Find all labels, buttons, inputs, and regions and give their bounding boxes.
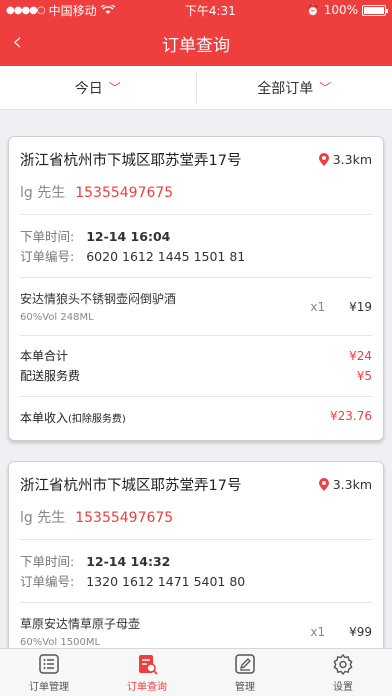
type-filter-label: 全部订单 [257, 80, 314, 97]
signal-icon: ●●●●○ [6, 4, 46, 16]
tab-order-query[interactable]: 订单查询 [98, 649, 196, 696]
order-meta: 下单时间: 12-14 16:04 订单编号: 6020 1612 1445 150… [20, 215, 372, 278]
tab-label: 设置 [333, 681, 353, 693]
order-card[interactable]: 浙江省杭州市下城区耶苏堂弄17号 3.3km lg 先生 15355497675 … [8, 461, 384, 648]
battery-percent: 100% [323, 3, 358, 17]
order-time-label: 下单时间: [20, 229, 75, 244]
order-time: 12-14 14:32 [86, 554, 171, 569]
type-filter[interactable]: 全部订单 ﹀ [195, 72, 392, 103]
order-income: 本单收入(扣除服务费) ¥23.76 [20, 397, 372, 440]
tab-management[interactable]: 管理 [196, 649, 294, 696]
item-name: 安达情狼头不锈钢壶闷倒驴酒 [20, 292, 177, 306]
order-distance: 3.3km [318, 152, 372, 167]
location-pin-icon [318, 478, 329, 491]
chevron-down-icon: ﹀ [319, 81, 332, 95]
subtotal-value: ¥24 [349, 349, 372, 363]
tab-label: 订单管理 [29, 681, 69, 693]
order-item: 安达情狼头不锈钢壶闷倒驴酒 60%Vol 248ML x1 ¥19 [20, 278, 372, 336]
alarm-icon: ⏰ [305, 3, 320, 17]
tab-order-management[interactable]: 订单管理 [0, 649, 98, 696]
battery-icon [362, 4, 388, 16]
date-filter-label: 今日 [74, 80, 103, 97]
order-address: 浙江省杭州市下城区耶苏堂弄17号 [20, 153, 242, 169]
delivery-value: ¥5 [356, 369, 372, 383]
item-spec: 60%Vol 248ML [20, 312, 94, 323]
order-card[interactable]: 浙江省杭州市下城区耶苏堂弄17号 3.3km lg 先生 15355497675 … [8, 136, 384, 441]
gear-icon [333, 653, 353, 675]
filter-bar: 今日 ﹀ 全部订单 ﹀ [0, 66, 392, 110]
search-doc-icon [139, 654, 158, 675]
customer-phone[interactable]: 15355497675 [75, 185, 173, 201]
customer-phone[interactable]: 15355497675 [75, 510, 173, 526]
carrier-label: 中国移动 [48, 3, 97, 18]
tab-settings[interactable]: 设置 [294, 649, 392, 696]
customer-row: lg 先生 15355497675 [20, 507, 372, 540]
date-filter[interactable]: 今日 ﹀ [0, 66, 196, 109]
order-meta: 下单时间: 12-14 14:32 订单编号: 1320 1612 1471 540… [20, 540, 372, 603]
customer-row: lg 先生 15355497675 [20, 182, 372, 215]
distance-value: 3.3km [332, 477, 372, 492]
customer-name: lg 先生 [20, 185, 66, 201]
order-no-label: 订单编号: [20, 574, 75, 589]
order-item: 草原安达情草原子母壶 60%Vol 1500ML x1 ¥99 [20, 603, 372, 648]
order-number: 6020 1612 1445 1501 81 [86, 249, 246, 264]
order-no-label: 订单编号: [20, 249, 75, 264]
order-time: 12-14 16:04 [86, 229, 171, 244]
item-quantity: x1 [310, 299, 326, 314]
order-number: 1320 1612 1471 5401 80 [86, 574, 246, 589]
delivery-label: 配送服务费 [20, 369, 81, 383]
item-quantity: x1 [310, 624, 326, 639]
order-time-label: 下单时间: [20, 554, 75, 569]
order-list[interactable]: 浙江省杭州市下城区耶苏堂弄17号 3.3km lg 先生 15355497675 … [0, 110, 392, 648]
income-value: ¥23.76 [330, 409, 372, 423]
income-label: 本单收入 [20, 411, 69, 425]
distance-value: 3.3km [332, 152, 372, 167]
list-icon [39, 653, 59, 674]
customer-name: lg 先生 [20, 510, 66, 526]
tab-label: 订单查询 [127, 681, 167, 693]
page-title: 订单查询 [162, 35, 230, 56]
wifi-icon [100, 5, 115, 14]
income-hint: (扣除服务费) [68, 414, 126, 425]
edit-icon [235, 653, 255, 674]
item-price: ¥19 [349, 299, 372, 314]
order-address: 浙江省杭州市下城区耶苏堂弄17号 [20, 478, 242, 494]
order-totals: 本单合计 ¥24 配送服务费 ¥5 [20, 336, 372, 397]
tab-label: 管理 [235, 681, 255, 693]
nav-bar: ‹ 订单查询 [0, 20, 392, 66]
status-bar: ●●●●○ 中国移动 下午4:31 ⏰ 100% [0, 0, 392, 20]
tab-bar: 订单管理 订单查询 管理 设置 [0, 648, 392, 696]
back-icon[interactable]: ‹ [12, 29, 22, 55]
item-name: 草原安达情草原子母壶 [20, 617, 141, 631]
subtotal-label: 本单合计 [20, 349, 69, 363]
clock: 下午4:31 [184, 3, 236, 18]
item-price: ¥99 [349, 624, 372, 639]
location-pin-icon [318, 153, 329, 166]
order-distance: 3.3km [318, 477, 372, 492]
item-spec: 60%Vol 1500ML [20, 637, 101, 648]
chevron-down-icon: ﹀ [108, 81, 121, 95]
